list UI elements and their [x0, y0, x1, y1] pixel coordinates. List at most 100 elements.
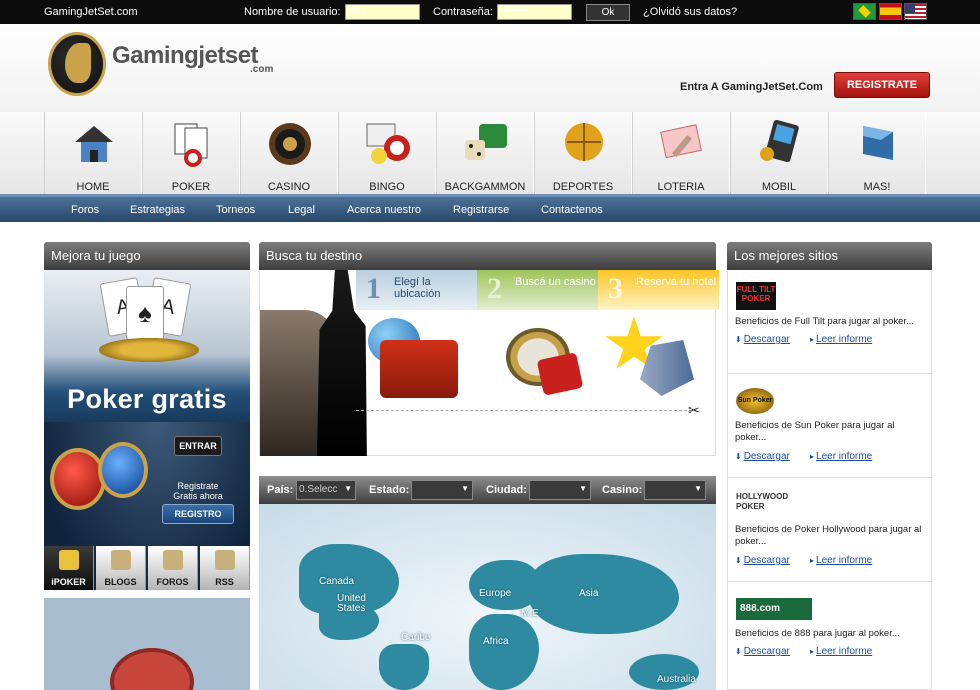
- panel-title: Los mejores sitios: [727, 242, 932, 270]
- 888-logo[interactable]: 888.com: [736, 598, 812, 620]
- tile-ipoker[interactable]: iPOKER: [44, 546, 94, 590]
- read-report-link[interactable]: ▸ Leer informe: [810, 555, 872, 566]
- download-link[interactable]: ⬇ Descargar: [735, 646, 790, 657]
- destination-banner[interactable]: 1 Elegí la ubicación 2 Buscá un casino 3 Re…: [259, 270, 719, 456]
- nav-item-mas[interactable]: MAS!: [828, 112, 926, 194]
- poker-gratis-banner[interactable]: A A ♠ Poker gratis: [44, 270, 250, 422]
- tile-blogs[interactable]: BLOGS: [96, 546, 146, 590]
- map-label: United States: [337, 593, 366, 614]
- asia-region[interactable]: [529, 554, 679, 634]
- nav-item-deportes[interactable]: DEPORTES: [534, 112, 632, 194]
- nav-label: LOTERIA: [657, 181, 705, 193]
- site-desc: Beneficios de Full Tilt para jugar al po…: [735, 316, 915, 327]
- logo-text[interactable]: Gamingjetset: [112, 42, 259, 70]
- spade-card-icon: ♠: [126, 286, 164, 340]
- username-input[interactable]: root: [345, 4, 420, 20]
- panel-title: Busca tu destino: [259, 242, 716, 270]
- download-link[interactable]: ⬇ Descargar: [735, 451, 790, 462]
- link-text: Descargar: [743, 451, 790, 462]
- link-text: Leer informe: [816, 451, 873, 462]
- fulltilt-logo[interactable]: FULL TILT POKER: [736, 282, 776, 310]
- password-label: Contraseña:: [433, 6, 493, 18]
- map-label: Caribe: [401, 632, 431, 643]
- gold-chips-icon: [99, 338, 199, 362]
- subnav-registrarse[interactable]: Registrarse: [453, 204, 509, 216]
- read-report-link[interactable]: ▸ Leer informe: [810, 334, 872, 345]
- arrow-right-icon: ▸: [810, 335, 815, 344]
- username-label: Nombre de usuario:: [244, 6, 341, 18]
- middle-column: Busca tu destino 1 Elegí la ubicación 2 Bu…: [259, 242, 719, 690]
- subnav-torneos[interactable]: Torneos: [216, 204, 255, 216]
- read-report-link[interactable]: ▸ Leer informe: [810, 451, 872, 462]
- password-input[interactable]: ••••••••: [497, 4, 572, 20]
- nav-item-bingo[interactable]: BINGO: [338, 112, 436, 194]
- subnav-acerca[interactable]: Acerca nuestro: [347, 204, 421, 216]
- chevron-down-icon: ▼: [694, 484, 702, 493]
- step-number: 1: [366, 272, 381, 305]
- forgot-details-link[interactable]: ¿Olvidó sus datos?: [643, 6, 737, 18]
- registro-button[interactable]: REGISTRO: [162, 504, 234, 524]
- link-text: Descargar: [743, 646, 790, 657]
- ball-icon: [565, 123, 603, 161]
- nav-item-poker[interactable]: POKER: [142, 112, 240, 194]
- login-ok-button[interactable]: Ok: [586, 4, 630, 21]
- nav-item-loteria[interactable]: LOTERIA: [632, 112, 730, 194]
- subnav-legal[interactable]: Legal: [288, 204, 315, 216]
- entrar-button[interactable]: ENTRAR: [174, 436, 222, 456]
- step-number: 2: [487, 272, 502, 305]
- scissors-icon: ✂: [688, 402, 700, 418]
- nav-item-home[interactable]: HOME: [44, 112, 142, 194]
- estado-select[interactable]: ▼: [411, 480, 473, 500]
- tile-rss[interactable]: RSS: [200, 546, 250, 590]
- nav-item-mobil[interactable]: MOBIL: [730, 112, 828, 194]
- rss-icon: [215, 550, 235, 570]
- world-map[interactable]: Canada United States Caribe Europe Asia …: [259, 504, 716, 690]
- site-name[interactable]: GamingJetSet.com: [44, 6, 138, 18]
- register-button[interactable]: REGISTRATE: [834, 72, 930, 98]
- bingo-balls-icon: [366, 123, 410, 164]
- step-text: Elegí la ubicación: [394, 276, 441, 300]
- spain-flag-icon[interactable]: [879, 3, 902, 20]
- casino-label: Casino:: [602, 484, 643, 496]
- download-link[interactable]: ⬇ Descargar: [735, 334, 790, 345]
- usa-flag-icon[interactable]: [904, 3, 927, 20]
- hollywood-logo[interactable]: HOLLYWOOD POKER: [736, 492, 816, 514]
- logo-text: 888.com: [740, 603, 781, 614]
- step-casino: 2 Buscá un casino: [477, 270, 598, 310]
- destination-filters: País: 0.Selecc ▼ Estado: ▼ Ciudad: ▼ Casi…: [259, 476, 716, 504]
- ciudad-select[interactable]: ▼: [529, 480, 591, 500]
- nav-label: CASINO: [267, 181, 311, 193]
- sunpoker-logo[interactable]: Sun Poker: [736, 388, 774, 414]
- south-america-region[interactable]: [379, 644, 429, 690]
- brazil-flag-icon[interactable]: [853, 3, 876, 20]
- link-text: Leer informe: [816, 555, 873, 566]
- arrow-right-icon: ▸: [810, 556, 815, 565]
- horse-logo-icon[interactable]: [48, 32, 106, 96]
- read-report-link[interactable]: ▸ Leer informe: [810, 646, 872, 657]
- bottom-ad-banner[interactable]: [44, 598, 250, 690]
- red-ball-icon: [50, 448, 106, 510]
- left-column: Mejora tu juego A A ♠ Poker gratis ENTRA…: [44, 242, 250, 690]
- download-arrow-icon: ⬇: [735, 647, 742, 656]
- map-label: M.E: [521, 608, 539, 619]
- nav-item-casino[interactable]: CASINO: [240, 112, 338, 194]
- download-link[interactable]: ⬇ Descargar: [735, 555, 790, 566]
- download-arrow-icon: ⬇: [735, 452, 742, 461]
- nav-label: BACKGAMMON: [444, 181, 526, 193]
- subnav-estrategias[interactable]: Estrategias: [130, 204, 185, 216]
- pais-select[interactable]: 0.Selecc ▼: [296, 480, 356, 500]
- blogs-icon: [111, 550, 131, 570]
- link-text: Descargar: [743, 334, 790, 345]
- subnav-foros[interactable]: Foros: [71, 204, 99, 216]
- map-label: Asia: [579, 588, 599, 599]
- nav-label: HOME: [76, 181, 110, 193]
- africa-region[interactable]: [469, 614, 539, 690]
- register-free-text: Registrate Gratis ahora: [173, 481, 223, 501]
- site-card-888: 888.com Beneficios de 888 para jugar al …: [727, 582, 932, 690]
- casino-select[interactable]: ▼: [644, 480, 706, 500]
- tile-foros[interactable]: FOROS: [148, 546, 198, 590]
- nav-item-backgammon[interactable]: BACKGAMMON: [436, 112, 534, 194]
- house-icon: [75, 126, 113, 162]
- nav-label: POKER: [171, 181, 211, 193]
- subnav-contactenos[interactable]: Contactenos: [541, 204, 603, 216]
